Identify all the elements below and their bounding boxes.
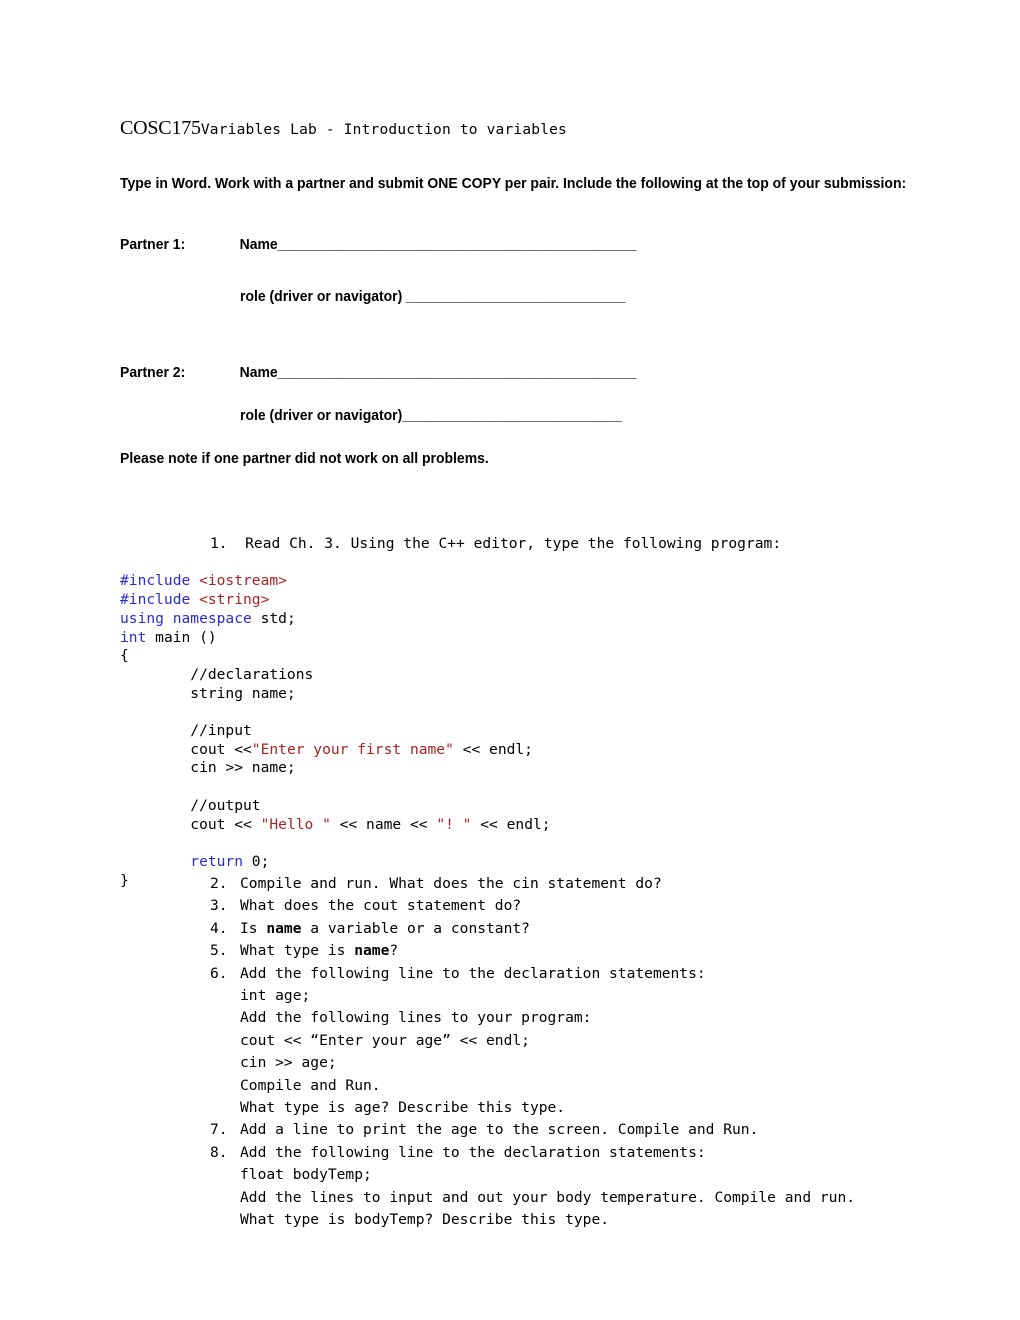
emphasized-term: name [266, 919, 302, 937]
code-decl-name: string name; [120, 684, 296, 702]
intro-paragraph: Type in Word. Work with a partner and su… [120, 175, 907, 192]
question-text: Add the following line to the declaratio… [240, 1142, 990, 1232]
code-endl-2: << endl; [471, 815, 551, 833]
code-keyword-using-namespace: using namespace [120, 609, 261, 627]
code-close-brace: } [120, 871, 129, 889]
question-item: 7. Add a line to print the age to the scr… [210, 1119, 990, 1141]
question-item: 8. Add the following line to the declarat… [210, 1142, 990, 1232]
code-comment-declarations: //declarations [120, 665, 314, 683]
partner1-role-label: role (driver or navigator) [240, 288, 403, 305]
question-line-primary: What does the cout statement do? [240, 897, 522, 915]
question-line-detail: What type is age? Describe this type. [240, 1099, 566, 1117]
partner2-role-label: role (driver or navigator) [240, 407, 403, 424]
partner2-role-row: role (driver or navigator)______________… [240, 407, 622, 424]
partner1-name-blank[interactable]: ________________________________________… [278, 236, 637, 253]
partner1-label: Partner 1: [120, 236, 186, 253]
partner2-name-blank[interactable]: ________________________________________… [278, 364, 637, 381]
code-keyword-include1: #include [120, 572, 200, 590]
code-cin-name: cin >> name; [120, 759, 296, 777]
question-line-detail: float bodyTemp; [240, 1166, 372, 1184]
code-string-exclaim: "! " [436, 815, 472, 833]
code-main-signature: main () [155, 628, 217, 646]
partner2-name-row: Partner 2: Name__________________________… [120, 364, 636, 381]
partner2-name-label: Name [239, 364, 278, 381]
question-line-primary: Is name a variable or a constant? [240, 919, 530, 937]
code-return-value: 0; [251, 852, 270, 870]
question-line-detail: What type is bodyTemp? Describe this typ… [240, 1211, 610, 1229]
question-line-detail: Add the lines to input and out your body… [240, 1188, 856, 1206]
question-text: Add a line to print the age to the scree… [240, 1119, 990, 1141]
question-number: 2. [210, 875, 228, 892]
title-course-code: COSC175 [120, 117, 201, 139]
partner1-name-label: Name [239, 236, 278, 253]
code-comment-output-and-cout: //output cout << [190, 796, 261, 833]
document-page: COSC175Variables Lab - Introduction to v… [0, 0, 1020, 1320]
code-open-brace: { [120, 647, 129, 665]
question-line-primary: What type is name? [240, 942, 399, 960]
question-line-detail: int age; [240, 987, 311, 1005]
question-item: 5. What type is name? [210, 940, 990, 962]
question-line-primary: Compile and run. What does the cin state… [240, 875, 662, 892]
question-list: 2. Compile and run. What does the cin sta… [210, 873, 990, 1232]
question-text: Add the following line to the declaratio… [240, 963, 990, 1120]
question-line-detail: Compile and Run. [240, 1076, 381, 1094]
code-keyword-return: return [120, 852, 252, 870]
code-string-enter-first-name: "Enter your first name" [251, 740, 454, 758]
question-item: 2. Compile and run. What does the cin sta… [210, 873, 990, 895]
code-name-var: << name << [330, 815, 437, 833]
question-text: What does the cout statement do? [240, 895, 990, 917]
code-header-iostream: <iostream> [199, 572, 287, 590]
code-std: std; [260, 609, 296, 627]
question-line-detail: Add the following lines to your program: [240, 1009, 592, 1027]
question-line-primary: Add the following line to the declaratio… [240, 1143, 706, 1161]
question-item: 4. Is name a variable or a constant? [210, 918, 990, 940]
partner2-role-blank[interactable]: ______________________________ [402, 407, 622, 424]
question-line-primary: Add a line to print the age to the scree… [240, 1121, 759, 1139]
question-number: 3. [210, 897, 228, 915]
partner1-role-row: role (driver or navigator) _____________… [240, 288, 625, 305]
question-number: 8. [210, 1143, 228, 1161]
question-line-primary: Add the following line to the declaratio… [240, 964, 706, 982]
question-item: 6. Add the following line to the declarat… [210, 963, 990, 1120]
partner1-name-row: Partner 1: Name__________________________… [120, 236, 636, 253]
code-endl-1: << endl; [453, 740, 533, 758]
question-line-detail: cout << “Enter your age” << endl; [240, 1031, 530, 1049]
question-text: Is name a variable or a constant? [240, 918, 990, 940]
question-line-detail: cin >> age; [240, 1054, 337, 1072]
question-text: Compile and run. What does the cin state… [240, 873, 990, 895]
question-text: What type is name? [240, 940, 990, 962]
code-keyword-int: int [120, 628, 156, 646]
page-title: COSC175Variables Lab - Introduction to v… [120, 118, 567, 138]
question-item: 3. What does the cout statement do? [210, 895, 990, 917]
code-comment-input-and-cout: //input cout << [190, 722, 252, 758]
question-number: 5. [210, 942, 228, 960]
question-number: 6. [210, 964, 228, 982]
partner-note: Please note if one partner did not work … [120, 450, 489, 467]
question-number: 4. [210, 919, 228, 937]
code-header-string: <string> [199, 591, 270, 609]
emphasized-term: name [354, 942, 390, 960]
title-lab-name: Variables Lab - Introduction to variable… [200, 122, 567, 138]
code-string-hello: "Hello " [260, 815, 331, 833]
code-listing: #include <iostream> #include <string> us… [120, 535, 551, 890]
partner1-role-blank[interactable]: ______________________________ [402, 288, 626, 305]
partner2-label: Partner 2: [120, 364, 186, 381]
question-number: 7. [210, 1121, 228, 1139]
code-keyword-include2: #include [120, 591, 200, 609]
